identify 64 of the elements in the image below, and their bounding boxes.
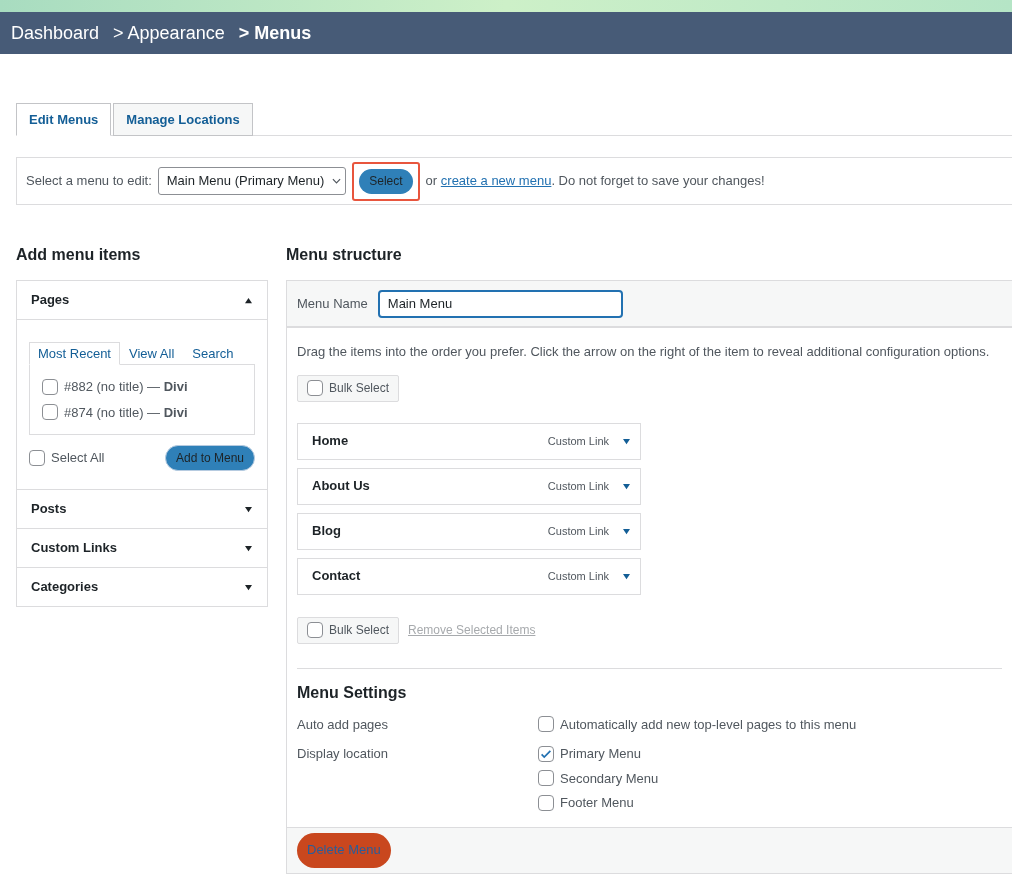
checkbox[interactable] <box>538 716 554 733</box>
expand-arrow-icon[interactable] <box>622 482 631 490</box>
menu-item-bar[interactable]: Home Custom Link <box>297 422 641 460</box>
breadcrumb-item: > Menus <box>238 21 312 45</box>
checkbox[interactable] <box>307 622 323 638</box>
tab[interactable]: Manage Locations <box>113 103 253 136</box>
expand-arrow-icon[interactable] <box>244 583 253 591</box>
option-label: Secondary Menu <box>560 769 659 788</box>
menu-item-type: Custom Link <box>547 433 609 449</box>
menu-item-type: Custom Link <box>547 523 609 539</box>
accordion-header[interactable]: Custom Links <box>17 529 267 567</box>
option-label: Automatically add new top-level pages to this menu <box>560 715 857 734</box>
expand-arrow-icon[interactable] <box>622 572 631 580</box>
checkbox[interactable] <box>42 404 58 421</box>
expand-arrow-icon[interactable] <box>244 505 253 513</box>
select-button[interactable]: Select <box>359 168 413 194</box>
menu-item-type: Custom Link <box>547 478 609 494</box>
breadcrumb-item[interactable]: > Appearance <box>113 19 225 47</box>
select-all-label: Select All <box>51 449 105 468</box>
sub-tab[interactable]: Search <box>183 342 243 365</box>
option-label: Primary Menu <box>560 745 641 763</box>
checkbox[interactable] <box>538 745 554 762</box>
expand-arrow-icon[interactable] <box>622 437 631 445</box>
checkbox[interactable] <box>42 378 58 395</box>
page-item-label: #882 (no title) — Divi <box>64 378 188 396</box>
menu-select-note: or create a new menu. Do not forget to save your changes! <box>425 172 765 191</box>
setting-label: Display location <box>297 745 390 763</box>
sub-tab[interactable]: View All <box>120 342 184 365</box>
menu-dropdown[interactable]: Main Menu (Primary Menu) <box>157 167 347 195</box>
breadcrumb-item[interactable]: Dashboard <box>11 19 100 47</box>
sub-tab[interactable]: Most Recent <box>29 342 120 365</box>
menu-item-bar[interactable]: Contact Custom Link <box>297 557 641 595</box>
bulk-select-control[interactable]: Bulk Select <box>297 616 400 644</box>
option-label: Footer Menu <box>560 794 634 812</box>
instructions-text: Drag the items into the order you prefer. Click the arrow on the right of the item to reveal additional configuration options. <box>297 343 991 361</box>
settings-heading: Menu Settings <box>297 682 408 703</box>
checkbox[interactable] <box>538 794 554 811</box>
collapse-arrow-icon[interactable] <box>244 296 253 304</box>
checkbox[interactable] <box>538 770 554 787</box>
expand-arrow-icon[interactable] <box>244 544 253 552</box>
menu-name-label: Menu Name <box>297 294 368 313</box>
menu-item-title: Blog <box>312 522 342 541</box>
menu-item-bar[interactable]: Blog Custom Link <box>297 512 641 550</box>
bulk-select-control[interactable]: Bulk Select <box>297 374 400 402</box>
section-heading: Menu structure <box>286 245 403 265</box>
menu-name-field[interactable]: Main Menu <box>377 289 623 318</box>
page-item-label: #874 (no title) — Divi <box>64 403 188 422</box>
checkbox[interactable] <box>29 450 45 466</box>
accordion-header[interactable]: Categories <box>17 568 267 606</box>
menu-item-title: About Us <box>312 477 371 496</box>
menu-item-bar[interactable]: About Us Custom Link <box>297 467 641 505</box>
section-heading: Add menu items <box>16 245 142 265</box>
accordion-header[interactable]: Posts <box>17 490 267 528</box>
checkbox[interactable] <box>307 380 323 396</box>
tab[interactable]: Edit Menus <box>16 103 112 136</box>
expand-arrow-icon[interactable] <box>622 527 631 535</box>
add-to-menu-button[interactable]: Add to Menu <box>164 445 255 471</box>
select-label: Select a menu to edit: <box>26 172 152 191</box>
menu-item-type: Custom Link <box>547 568 609 584</box>
menu-item-title: Contact <box>312 567 362 586</box>
setting-label: Auto add pages <box>297 715 390 734</box>
menu-item-title: Home <box>312 432 350 451</box>
chevron-down-icon <box>332 178 342 184</box>
accordion-header[interactable]: Pages <box>17 281 267 319</box>
